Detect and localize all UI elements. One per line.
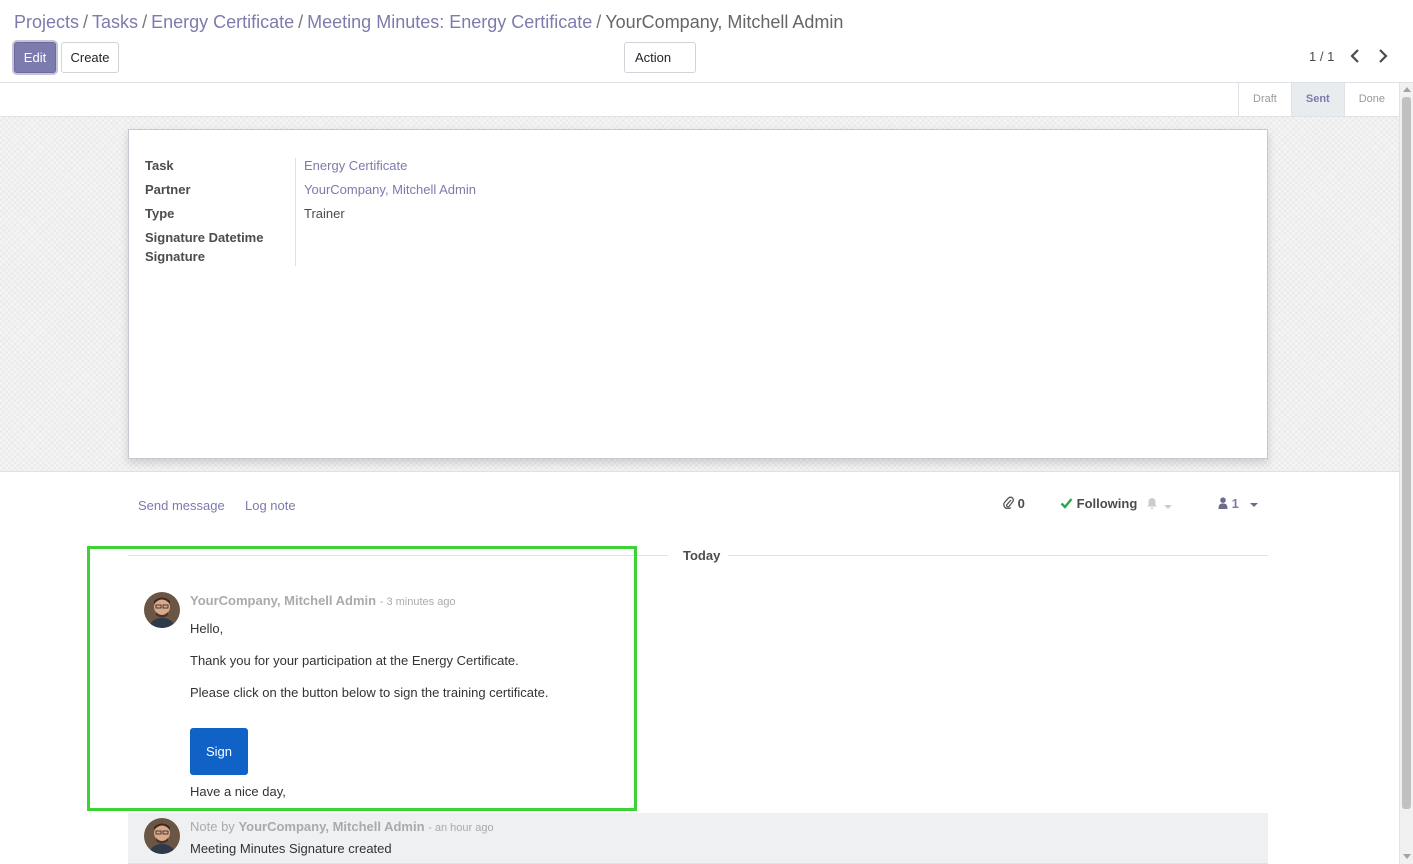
bell-icon (1147, 498, 1157, 509)
avatar-image (144, 818, 180, 854)
note-body: Meeting Minutes Signature created (190, 841, 392, 856)
scroll-down-arrow-icon[interactable] (1403, 854, 1411, 859)
author-avatar[interactable] (144, 818, 180, 854)
stage-draft[interactable]: Draft (1238, 83, 1291, 116)
task-label: Task (145, 158, 174, 173)
breadcrumb-separator: / (596, 12, 602, 32)
breadcrumb-tasks[interactable]: Tasks (92, 12, 138, 32)
form-sheet: Task Partner Type Signature Datetime Sig… (128, 129, 1268, 459)
attachment-count: 0 (1017, 496, 1025, 511)
caret-down-icon (1250, 502, 1259, 507)
attachments-button[interactable]: 0 (1003, 496, 1025, 511)
vertical-scrollbar[interactable] (1399, 83, 1413, 864)
note-header: Note by YourCompany, Mitchell Admin - an… (190, 819, 494, 834)
scrollbar-thumb[interactable] (1402, 97, 1411, 809)
note-author-link[interactable]: YourCompany, Mitchell Admin (238, 819, 424, 834)
stage-sent[interactable]: Sent (1290, 83, 1344, 116)
pager-value[interactable]: 1 / 1 (1309, 49, 1334, 64)
followers-button[interactable]: 1 (1218, 496, 1259, 511)
type-label: Type (145, 206, 175, 221)
following-button[interactable]: Following (1060, 496, 1137, 511)
form-sheet-background: Task Partner Type Signature Datetime Sig… (0, 117, 1399, 472)
signature-label: Signature (145, 249, 205, 264)
breadcrumb-projects[interactable]: Projects (14, 12, 79, 32)
following-label: Following (1076, 496, 1138, 511)
breadcrumb-energy-certificate[interactable]: Energy Certificate (151, 12, 294, 32)
today-separator-line (728, 555, 1268, 556)
create-button[interactable]: Create (61, 42, 119, 73)
control-panel: Projects / Tasks / Energy Certificate / Meetin… (0, 0, 1413, 90)
paperclip-icon (1003, 496, 1014, 510)
status-stages: Draft Sent Done (1238, 83, 1399, 116)
breadcrumb-separator: / (83, 12, 89, 32)
pager-next-button[interactable] (1376, 47, 1390, 65)
action-dropdown-button[interactable]: Action (624, 42, 696, 90)
action-label: Action (635, 50, 672, 65)
breadcrumb-separator: / (142, 12, 148, 32)
breadcrumb-current: YourCompany, Mitchell Admin (605, 12, 844, 32)
breadcrumb-meeting-minutes[interactable]: Meeting Minutes: Energy Certificate (307, 12, 592, 32)
scroll-up-arrow-icon[interactable] (1403, 87, 1411, 92)
breadcrumb-separator: / (298, 12, 304, 32)
type-value: Trainer (304, 206, 345, 221)
follower-count: 1 (1231, 496, 1239, 511)
form-statusbar: Draft Sent Done (0, 83, 1399, 117)
caret-down-icon (1163, 504, 1172, 509)
chevron-left-icon (1350, 49, 1359, 63)
partner-value-link[interactable]: YourCompany, Mitchell Admin (304, 182, 476, 197)
task-value-link[interactable]: Energy Certificate (304, 158, 407, 173)
highlight-box (87, 546, 637, 811)
notifications-dropdown[interactable] (1146, 497, 1172, 513)
chevron-right-icon (1379, 49, 1388, 63)
partner-label: Partner (145, 182, 191, 197)
send-message-button[interactable]: Send message (138, 498, 225, 513)
stage-done[interactable]: Done (1343, 83, 1399, 116)
note-prefix: Note by (190, 819, 235, 834)
edit-button[interactable]: Edit (14, 42, 56, 73)
user-icon (1218, 497, 1228, 509)
field-divider (295, 158, 296, 266)
signature-datetime-label: Signature Datetime (145, 230, 264, 245)
note-timestamp: - an hour ago (428, 822, 494, 834)
check-icon (1060, 498, 1073, 509)
pager-previous-button[interactable] (1348, 47, 1362, 65)
breadcrumb: Projects / Tasks / Energy Certificate / Meetin… (14, 12, 843, 33)
log-note-button[interactable]: Log note (245, 498, 296, 513)
today-label: Today (679, 548, 725, 563)
